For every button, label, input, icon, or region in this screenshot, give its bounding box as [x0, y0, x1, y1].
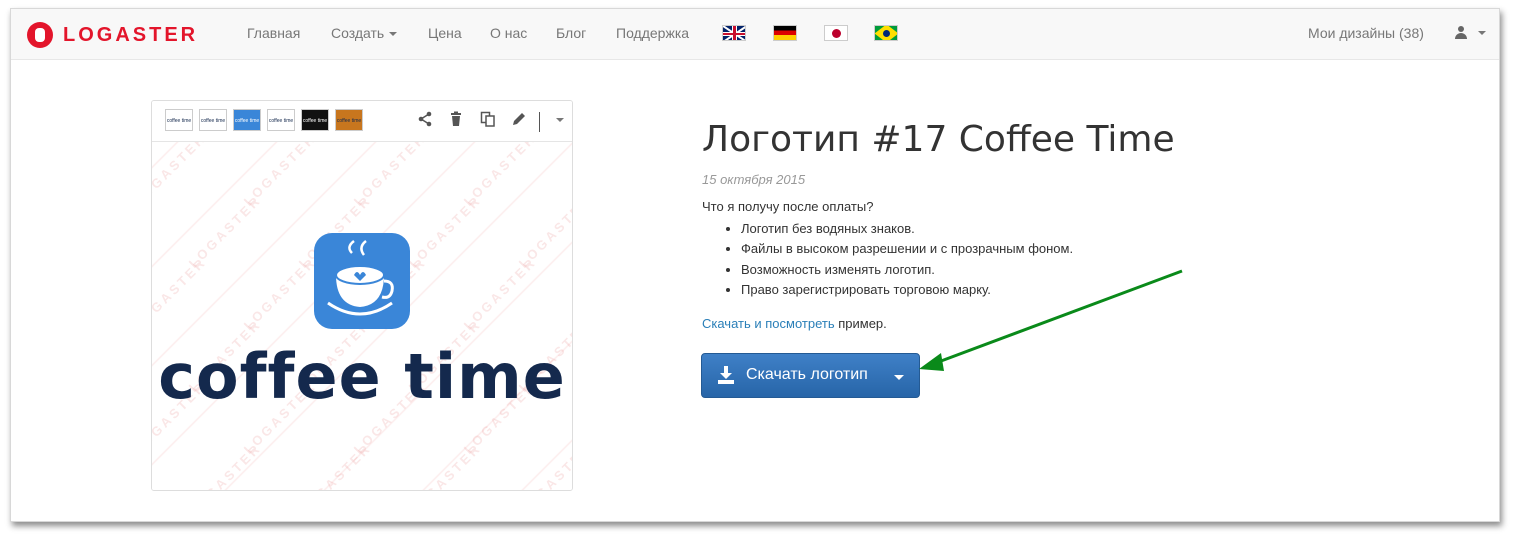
list-item: Право зарегистрировать торговою марку. — [741, 280, 1073, 300]
watermark-text: LOGASTER — [571, 142, 572, 209]
preview-toolbar: coffee time coffee time coffee time coffee … — [152, 101, 572, 142]
browser-page: LOGASTER Главная Создать Цена О нас Блог… — [10, 8, 1500, 522]
germany-flag-icon[interactable] — [773, 25, 797, 41]
trash-icon[interactable] — [447, 111, 465, 129]
caret-down-icon[interactable] — [556, 118, 564, 122]
creation-date: 15 октября 2015 — [702, 172, 806, 187]
brazil-flag-icon[interactable] — [874, 25, 898, 41]
download-icon — [718, 366, 734, 384]
watermark-text: LOGASTER — [185, 440, 265, 490]
list-item: Логотип без водяных знаков. — [741, 219, 1073, 239]
page-title: Логотип #17 Coffee Time — [702, 119, 1175, 160]
watermark-text: LOGASTER — [571, 254, 572, 333]
nav-create-label: Создать — [331, 25, 385, 41]
watermark-text: LOGASTER — [152, 142, 210, 209]
nav-home[interactable]: Главная — [247, 25, 300, 41]
list-item: Возможность изменять логотип. — [741, 260, 1073, 280]
pencil-icon[interactable] — [510, 111, 528, 129]
logo-variant-thumbnail[interactable]: coffee time — [165, 109, 193, 131]
watermark-text: LOGASTER — [405, 440, 485, 490]
nav-create[interactable]: Создать — [331, 25, 398, 41]
benefits-list: Логотип без водяных знаков. Файлы в высо… — [721, 219, 1073, 301]
share-icon[interactable] — [416, 111, 434, 129]
logo-variant-thumbnail[interactable]: coffee time — [335, 109, 363, 131]
download-logo-button[interactable]: Скачать логотип — [701, 353, 920, 398]
copy-icon[interactable] — [479, 111, 497, 129]
benefits-question: Что я получу после оплаты? — [702, 199, 874, 214]
watermark-text: LOGASTER — [515, 440, 572, 490]
logo-variant-thumbnail[interactable]: coffee time — [301, 109, 329, 131]
nav-support[interactable]: Поддержка — [616, 25, 689, 41]
download-logo-label: Скачать логотип — [746, 366, 868, 383]
toolbar-divider — [539, 112, 540, 132]
brand-logo[interactable]: LOGASTER — [27, 22, 198, 48]
list-item: Файлы в высоком разрешении и с прозрачны… — [741, 239, 1073, 259]
nav-price[interactable]: Цена — [428, 25, 462, 41]
my-designs-link[interactable]: Мои дизайны (38) — [1308, 25, 1424, 41]
logo-wordmark: coffee time — [158, 340, 566, 413]
top-navbar: LOGASTER Главная Создать Цена О нас Блог… — [11, 9, 1499, 60]
logo-variant-thumbnail[interactable]: coffee time — [267, 109, 295, 131]
japan-flag-icon[interactable] — [824, 25, 848, 41]
user-icon[interactable] — [1454, 26, 1468, 40]
logo-variant-thumbnail[interactable]: coffee time — [199, 109, 227, 131]
chevron-down-icon[interactable] — [1478, 31, 1486, 35]
logaster-logo-icon — [27, 22, 53, 48]
sample-suffix: пример. — [834, 316, 887, 331]
coffee-cup-icon — [314, 233, 410, 329]
logo-preview-canvas: LOGASTER LOGASTER LOGASTER LOGASTER LOGASTER… — [152, 142, 572, 490]
chevron-down-icon — [894, 375, 904, 380]
logo-variant-thumbnail[interactable]: coffee time — [233, 109, 261, 131]
nav-blog[interactable]: Блог — [556, 25, 586, 41]
chevron-down-icon — [389, 32, 398, 37]
uk-flag-icon[interactable] — [722, 25, 746, 41]
logo-preview-panel: coffee time coffee time coffee time coffee … — [151, 100, 573, 491]
nav-about[interactable]: О нас — [490, 25, 527, 41]
sample-line: Скачать и посмотреть пример. — [702, 316, 887, 331]
brand-name: LOGASTER — [63, 23, 199, 46]
download-sample-link[interactable]: Скачать и посмотреть — [702, 316, 835, 331]
watermark-text: LOGASTER — [295, 440, 375, 490]
watermark-text: LOGASTER — [152, 254, 210, 333]
